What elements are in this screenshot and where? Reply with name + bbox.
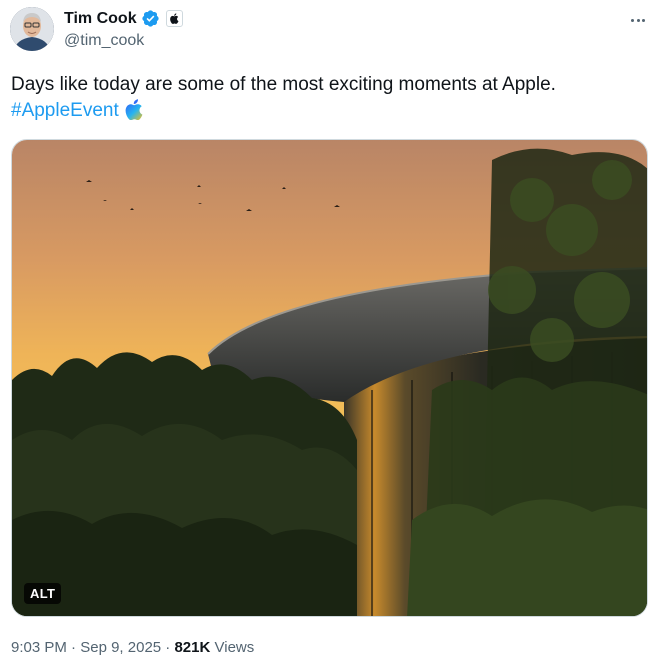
views-count[interactable]: 821K: [174, 639, 210, 656]
views-label: Views: [214, 639, 255, 656]
tweet-body: Days like today are some of the most exc…: [11, 74, 556, 95]
apple-logo-icon: [170, 13, 179, 24]
tweet-text: Days like today are some of the most exc…: [11, 72, 641, 124]
avatar-image: [10, 7, 54, 51]
tweet-meta: 9:03 PM · Sep 9, 2025 · 821K Views: [11, 639, 254, 656]
avatar[interactable]: [10, 7, 54, 51]
dot: [631, 18, 634, 22]
tweet-date[interactable]: Sep 9, 2025: [80, 639, 161, 656]
apple-park-sunset-photo: [12, 140, 647, 616]
tweet-media-image[interactable]: ALT: [11, 139, 648, 617]
author-display-name[interactable]: Tim Cook: [64, 10, 137, 28]
hashtag-link[interactable]: #AppleEvent: [11, 100, 119, 121]
alt-text-button[interactable]: ALT: [24, 583, 62, 604]
apple-event-hashflag-icon: [125, 99, 143, 120]
meta-separator: ·: [165, 639, 171, 656]
tweet-time[interactable]: 9:03 PM: [11, 639, 67, 656]
meta-separator: ·: [71, 639, 77, 656]
dot: [642, 18, 645, 22]
author-handle[interactable]: @tim_cook: [64, 32, 144, 50]
author-name-row: Tim Cook: [64, 9, 183, 28]
affiliate-badge[interactable]: [165, 10, 183, 27]
more-options-icon[interactable]: [628, 10, 648, 30]
verified-badge-icon[interactable]: [141, 9, 160, 28]
dot: [636, 18, 640, 22]
